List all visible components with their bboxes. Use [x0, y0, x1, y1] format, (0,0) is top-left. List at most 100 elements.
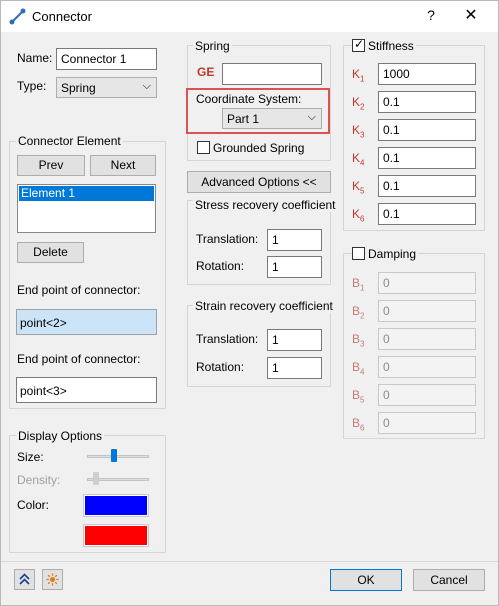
stiffness-input[interactable]: 0.1 [378, 203, 476, 225]
type-select[interactable]: Spring ⌵ [56, 77, 157, 98]
coordinate-system-label: Coordinate System: [196, 92, 302, 106]
damping-label: B1 [352, 276, 364, 292]
list-item[interactable]: Element 1 [19, 186, 154, 201]
grounded-spring-label: Grounded Spring [213, 141, 305, 155]
ge-label: GE [197, 65, 215, 79]
stiffness-label: K3 [352, 123, 364, 139]
damping-checkbox[interactable] [352, 247, 365, 260]
strain-translation-input[interactable]: 1 [267, 329, 322, 351]
color-swatch-red[interactable] [83, 524, 149, 547]
size-slider[interactable] [87, 448, 149, 464]
stress-translation-label: Translation: [196, 232, 259, 246]
connector-dialog: Connector ? ✕ Name: Connector 1 Type: Sp… [0, 0, 499, 606]
stiffness-label: Stiffness [366, 39, 416, 53]
highlight-button[interactable] [42, 569, 63, 590]
footer-divider [1, 561, 498, 562]
damping-symbol: B [352, 388, 361, 402]
damping-symbol: B [352, 276, 361, 290]
size-slider-track [87, 455, 149, 458]
strain-recovery-title: Strain recovery coefficient [193, 299, 335, 313]
window-title: Connector [32, 9, 92, 24]
stiffness-symbol: K [352, 123, 361, 137]
next-button[interactable]: Next [90, 155, 156, 176]
name-input[interactable]: Connector 1 [56, 48, 157, 70]
stiffness-checkbox[interactable]: ✓ [352, 37, 365, 52]
double-chevron-up-icon [19, 573, 30, 585]
advanced-options-button[interactable]: Advanced Options << [187, 171, 331, 193]
chevron-down-icon: ⌵ [142, 80, 151, 92]
damping-label: B2 [352, 304, 364, 320]
stiffness-subscript: 1 [360, 74, 365, 84]
damping-input: 0 [378, 328, 476, 350]
strain-translation-label: Translation: [196, 332, 259, 346]
cancel-button[interactable]: Cancel [413, 569, 485, 591]
ok-button[interactable]: OK [330, 569, 402, 591]
stiffness-subscript: 6 [360, 214, 365, 224]
strain-rotation-label: Rotation: [196, 360, 245, 374]
density-slider [87, 471, 149, 487]
stress-rotation-input[interactable]: 1 [267, 256, 322, 278]
end-point-1-label: End point of connector: [17, 283, 141, 297]
stiffness-symbol: K [352, 95, 361, 109]
stiffness-symbol: K [352, 179, 361, 193]
stress-recovery-title: Stress recovery coefficient [193, 198, 338, 212]
display-options-title: Display Options [16, 429, 105, 443]
stiffness-label: K4 [352, 151, 364, 167]
title-bar: Connector ? ✕ [1, 1, 498, 32]
collapse-button[interactable] [14, 569, 35, 590]
name-label: Name: [17, 51, 53, 65]
delete-button[interactable]: Delete [17, 242, 84, 263]
stiffness-input[interactable]: 0.1 [378, 175, 476, 197]
size-slider-thumb[interactable] [110, 449, 117, 462]
damping-symbol: B [352, 416, 361, 430]
damping-label: B3 [352, 332, 364, 348]
color-swatch-blue[interactable] [83, 494, 149, 517]
damping-input: 0 [378, 300, 476, 322]
coordinate-system-value: Part 1 [227, 112, 260, 126]
damping-symbol: B [352, 304, 361, 318]
spring-title: Spring [193, 39, 232, 53]
damping-subscript: 5 [360, 395, 365, 405]
damping-symbol: B [352, 332, 361, 346]
stiffness-label: K5 [352, 179, 364, 195]
stiffness-symbol: K [352, 207, 361, 221]
stiffness-input[interactable]: 1000 [378, 63, 476, 85]
type-label: Type: [17, 79, 47, 93]
coordinate-system-select[interactable]: Part 1 ⌵ [222, 108, 322, 129]
stiffness-label: K2 [352, 95, 364, 111]
connector-icon [9, 8, 26, 25]
damping-subscript: 6 [360, 423, 365, 433]
damping-input: 0 [378, 272, 476, 294]
stiffness-symbol: K [352, 151, 361, 165]
stress-translation-input[interactable]: 1 [267, 229, 322, 251]
stiffness-input[interactable]: 0.1 [378, 91, 476, 113]
stiffness-input[interactable]: 0.1 [378, 119, 476, 141]
prev-button[interactable]: Prev [17, 155, 85, 176]
stress-rotation-label: Rotation: [196, 259, 245, 273]
stiffness-input[interactable]: 0.1 [378, 147, 476, 169]
end-point-1-field[interactable]: point<2> [16, 309, 157, 335]
stiffness-symbol: K [352, 67, 361, 81]
ge-input[interactable] [222, 63, 322, 85]
connector-element-title: Connector Element [16, 134, 123, 148]
close-button[interactable]: ✕ [461, 5, 481, 25]
element-list[interactable]: Element 1 [17, 184, 156, 233]
help-button[interactable]: ? [421, 7, 441, 23]
end-point-2-field[interactable]: point<3> [16, 377, 157, 403]
end-point-2-label: End point of connector: [17, 352, 141, 366]
damping-subscript: 1 [360, 283, 365, 293]
damping-label: Damping [366, 247, 419, 261]
damping-label: B4 [352, 360, 364, 376]
sun-icon [46, 573, 59, 586]
damping-subscript: 2 [360, 311, 365, 321]
strain-rotation-input[interactable]: 1 [267, 357, 322, 379]
density-slider-thumb [92, 472, 99, 485]
grounded-spring-checkbox[interactable] [197, 141, 210, 154]
damping-label: B6 [352, 416, 364, 432]
damping-subscript: 3 [360, 339, 365, 349]
damping-input: 0 [378, 356, 476, 378]
stiffness-subscript: 3 [360, 130, 365, 140]
damping-label: B5 [352, 388, 364, 404]
type-select-value: Spring [61, 81, 96, 95]
chevron-down-icon: ⌵ [307, 111, 316, 123]
